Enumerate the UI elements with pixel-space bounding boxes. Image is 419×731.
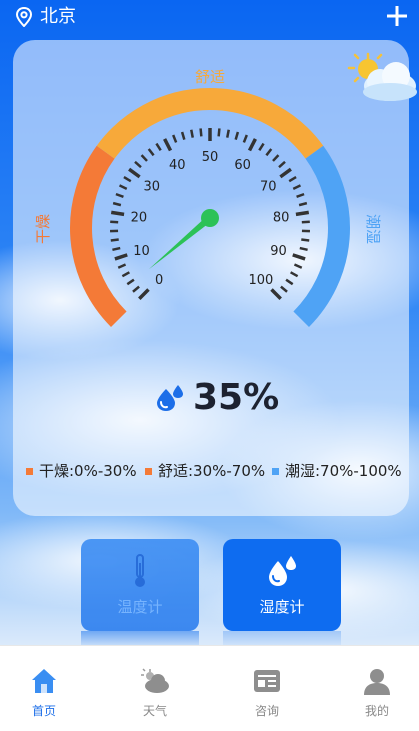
tab-news[interactable]: 咨询	[227, 646, 307, 731]
tab-weather-label: 天气	[115, 703, 195, 719]
legend-dry-label: 干燥:0%-30%	[39, 460, 137, 482]
zone-label-humid: 潮湿	[364, 214, 382, 244]
minor-tick	[301, 240, 309, 241]
minor-tick	[201, 128, 202, 136]
minor-tick	[227, 130, 228, 138]
water-drop-icon	[155, 383, 185, 413]
minor-tick	[133, 287, 139, 292]
zone-label-dry: 干燥	[34, 214, 52, 244]
major-tick	[115, 255, 127, 259]
legend-dry: 干燥:0%-30%	[26, 460, 137, 482]
minor-tick	[273, 155, 278, 161]
tick-label: 100	[248, 273, 273, 288]
minor-tick	[110, 222, 118, 223]
major-tick	[249, 139, 255, 151]
major-tick	[165, 139, 171, 151]
needle-hub	[201, 209, 219, 227]
water-drop-icon	[265, 553, 299, 589]
tab-profile-label: 我的	[337, 703, 417, 719]
news-icon	[252, 666, 282, 696]
major-tick	[293, 255, 305, 259]
tick-label: 80	[273, 211, 290, 226]
minor-tick	[300, 248, 308, 250]
major-tick	[111, 212, 124, 214]
tab-profile[interactable]: 我的	[337, 646, 417, 731]
tab-news-label: 咨询	[227, 703, 307, 719]
minor-tick	[236, 132, 238, 140]
tick-label: 70	[260, 180, 277, 195]
minor-tick	[294, 265, 301, 268]
thermometer-label: 温度计	[81, 597, 199, 617]
humidity-value: 35%	[193, 376, 279, 420]
minor-tick	[149, 149, 154, 155]
minor-tick	[299, 203, 307, 205]
major-tick	[296, 212, 309, 214]
tick-label: 40	[169, 158, 186, 173]
minor-tick	[297, 194, 305, 197]
zone-arc-humid	[301, 152, 339, 319]
minor-tick	[279, 162, 285, 167]
tick-label: 20	[131, 211, 148, 226]
minor-tick	[120, 185, 127, 188]
minor-tick	[116, 194, 124, 197]
humidity-gauge: 0 10 20 30 40 50 60 70 80 90 100 舒适干燥 潮湿	[0, 0, 419, 380]
minor-tick	[113, 203, 121, 205]
zone-arc-dry	[81, 152, 119, 319]
major-tick	[280, 169, 291, 177]
weather-cloud-icon	[140, 666, 170, 696]
minor-tick	[291, 272, 298, 276]
thermometer-button[interactable]: 温度计	[81, 539, 199, 631]
minor-tick	[156, 144, 160, 151]
gauge-needle	[149, 215, 213, 269]
minor-tick	[191, 130, 192, 138]
minor-tick	[302, 222, 310, 223]
tab-home[interactable]: 首页	[4, 646, 84, 731]
home-icon	[29, 666, 59, 696]
minor-tick	[127, 280, 134, 284]
tab-weather[interactable]: 天气	[115, 646, 195, 731]
minor-tick	[173, 135, 176, 142]
tick-label: 10	[133, 244, 150, 259]
bottom-tab-bar: 首页 天气 咨询 我的	[0, 645, 419, 731]
major-tick	[272, 290, 281, 299]
legend-humid: 潮湿:70%-100%	[272, 460, 402, 482]
minor-tick	[142, 155, 147, 161]
legend-comfort: 舒适:30%-70%	[145, 460, 265, 482]
minor-tick	[244, 135, 247, 142]
hygrometer-label: 湿度计	[223, 597, 341, 617]
tab-home-label: 首页	[4, 703, 84, 719]
minor-tick	[118, 265, 125, 268]
tick-label: 60	[234, 158, 251, 173]
minor-tick	[259, 144, 263, 151]
minor-tick	[266, 149, 271, 155]
user-icon	[362, 666, 392, 696]
legend-comfort-label: 舒适:30%-70%	[158, 460, 265, 482]
hygrometer-button[interactable]: 湿度计	[223, 539, 341, 631]
minor-tick	[111, 240, 119, 241]
minor-tick	[135, 162, 141, 167]
zone-label-comfort: 舒适	[195, 68, 225, 86]
minor-tick	[293, 185, 300, 188]
legend-dry-swatch	[26, 468, 33, 475]
tick-label: 50	[202, 150, 219, 165]
legend-comfort-swatch	[145, 468, 152, 475]
minor-tick	[182, 132, 184, 140]
minor-tick	[219, 128, 220, 136]
legend-humid-swatch	[272, 468, 279, 475]
minor-tick	[281, 287, 287, 292]
minor-tick	[124, 177, 131, 181]
tick-label: 30	[143, 180, 160, 195]
tick-label: 0	[155, 273, 163, 288]
thermometer-icon	[123, 553, 157, 589]
major-tick	[139, 290, 148, 299]
tick-label: 90	[270, 244, 287, 259]
minor-tick	[112, 248, 120, 250]
zone-arc-comfort	[106, 99, 315, 152]
legend-humid-label: 潮湿:70%-100%	[285, 460, 402, 482]
major-tick	[129, 169, 140, 177]
minor-tick	[286, 280, 293, 284]
minor-tick	[122, 272, 129, 276]
minor-tick	[289, 177, 296, 181]
